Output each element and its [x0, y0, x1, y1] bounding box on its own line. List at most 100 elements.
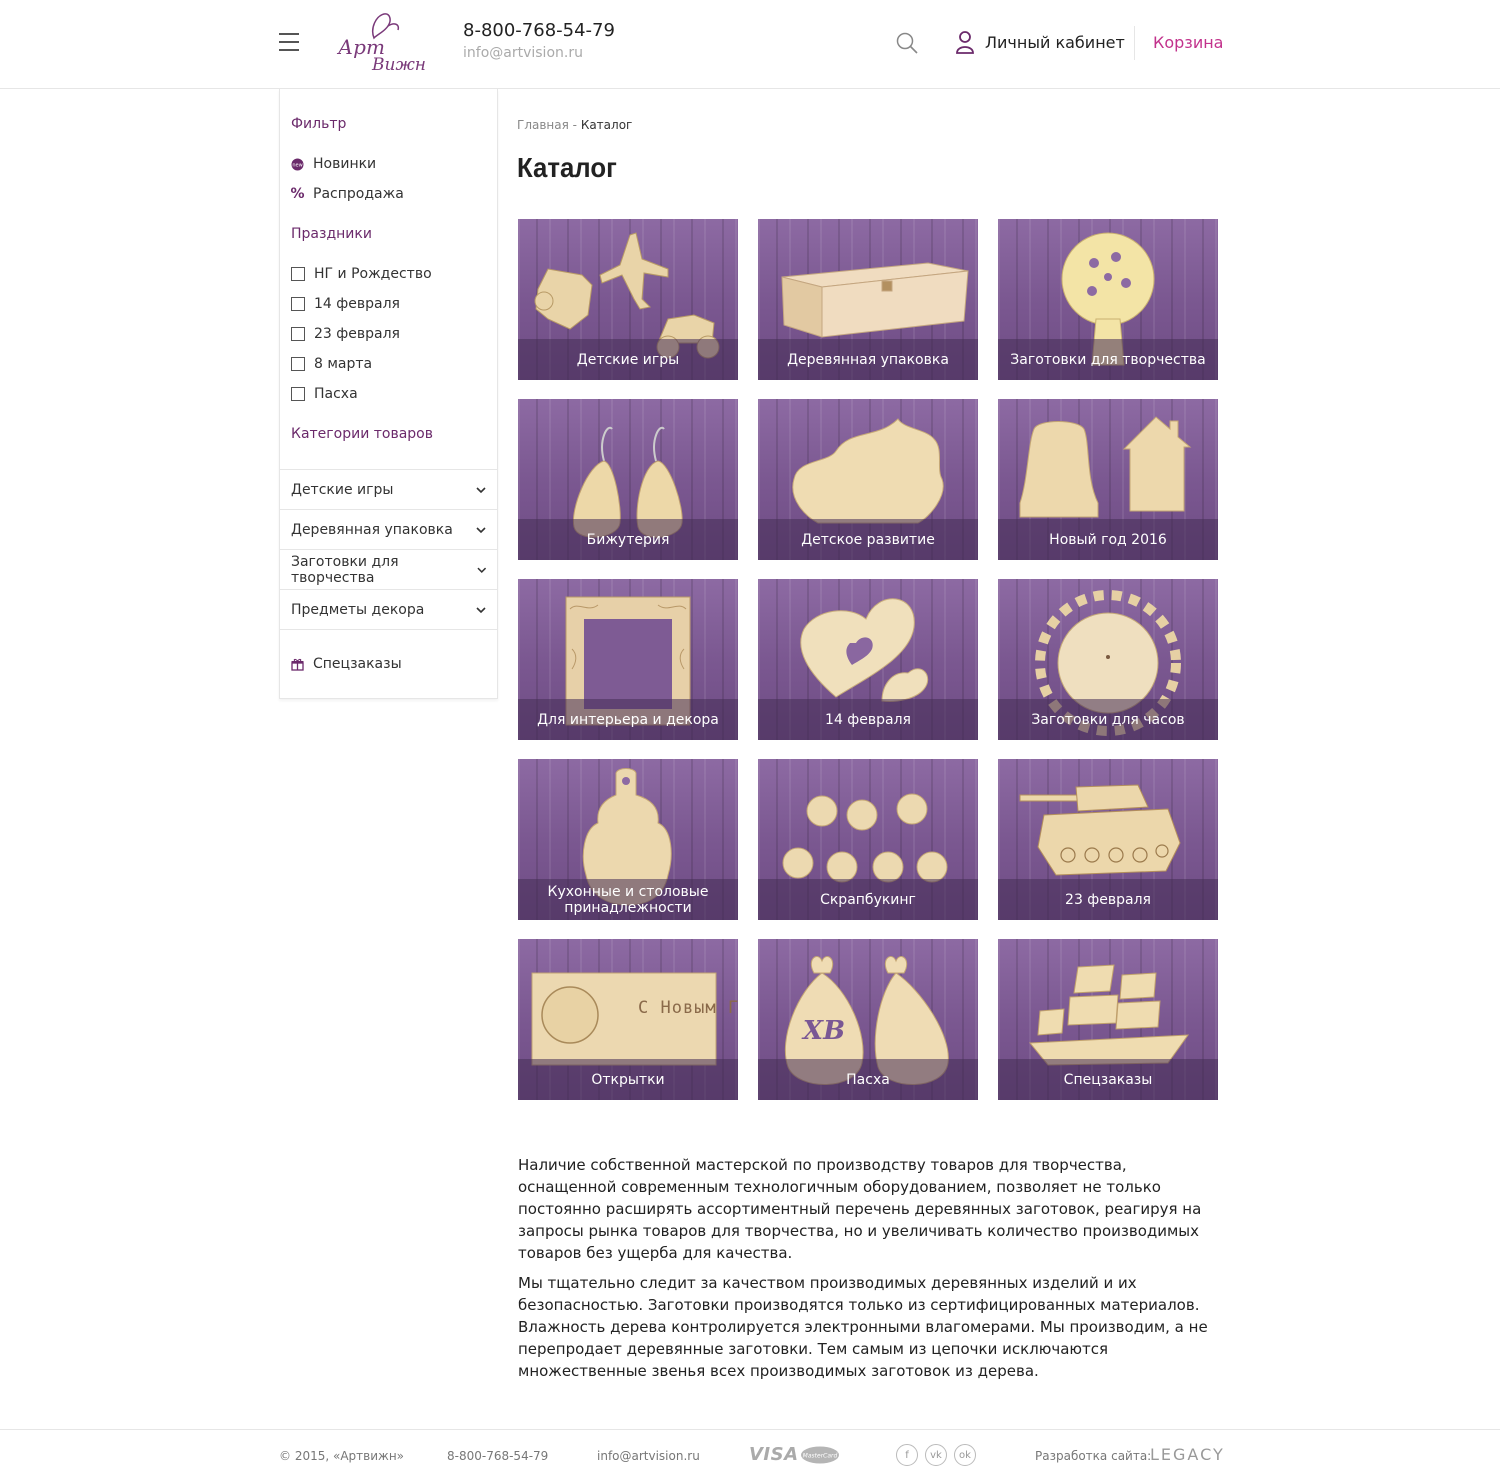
odnoklassniki-icon[interactable]: ok	[954, 1444, 976, 1466]
tile-caption: Кухонные и столовые принадлежности	[518, 879, 738, 920]
search-icon[interactable]	[896, 32, 918, 54]
svg-text:new: new	[292, 162, 302, 168]
filter-new-label: Новинки	[313, 156, 377, 172]
logo[interactable]: Арт Вижн	[330, 8, 434, 74]
percent-icon: %	[290, 186, 305, 202]
chevron-down-icon	[476, 526, 486, 533]
tile-caption: Спецзаказы	[998, 1059, 1218, 1100]
checkbox[interactable]	[291, 387, 305, 401]
checkbox[interactable]	[291, 267, 305, 281]
catalog-grid: Детские игры Деревянная упаковка Заготов…	[518, 219, 1218, 1100]
catalog-tile[interactable]: 23 февраля	[998, 759, 1218, 920]
category-label: Предметы декора	[291, 601, 425, 618]
holidays-heading: Праздники	[291, 226, 372, 242]
catalog-tile[interactable]: Заготовки для часов	[998, 579, 1218, 740]
sidebar: Фильтр new Новинки % Распродажа Праздник…	[279, 89, 498, 699]
description-paragraph: Наличие собственной мастерской по произв…	[518, 1156, 1202, 1262]
mastercard-logo: MasterCard	[801, 1446, 839, 1464]
description-paragraph: Мы тщательно следит за качеством произво…	[518, 1274, 1208, 1380]
account-label: Личный кабинет	[985, 32, 1125, 52]
tile-caption: Заготовки для часов	[998, 699, 1218, 740]
tile-caption: 23 февраля	[998, 879, 1218, 920]
holiday-checkbox-ny[interactable]: НГ и Рождество	[291, 266, 432, 282]
footer-copyright: © 2015, «Артвижн»	[279, 1449, 405, 1463]
tile-caption: Детское развитие	[758, 519, 978, 560]
holiday-label: 8 марта	[314, 356, 373, 372]
category-list: Детские игры Деревянная упаковка Заготов…	[280, 469, 498, 630]
category-item[interactable]: Предметы декора	[280, 590, 498, 630]
catalog-tile[interactable]: Для интерьера и декора	[518, 579, 738, 740]
catalog-description: Наличие собственной мастерской по произв…	[518, 1154, 1218, 1390]
filter-new[interactable]: new Новинки	[291, 156, 376, 172]
catalog-tile[interactable]: Скрапбукинг	[758, 759, 978, 920]
chevron-down-icon	[476, 567, 486, 573]
footer-email[interactable]: info@artvision.ru	[597, 1449, 700, 1463]
site-footer: © 2015, «Артвижн» 8-800-768-54-79 info@a…	[0, 1429, 1500, 1483]
tile-caption: Для интерьера и декора	[518, 699, 738, 740]
catalog-tile[interactable]: Кухонные и столовые принадлежности	[518, 759, 738, 920]
catalog-tile[interactable]: 14 февраля	[758, 579, 978, 740]
catalog-tile[interactable]: Детское развитие	[758, 399, 978, 560]
tile-caption: 14 февраля	[758, 699, 978, 740]
logo-text-2: Вижн	[371, 55, 426, 74]
site-header: Арт Вижн 8-800-768-54-79 info@artvision.…	[0, 0, 1500, 89]
footer-phone[interactable]: 8-800-768-54-79	[447, 1449, 548, 1463]
tile-caption: Заготовки для творчества	[998, 339, 1218, 380]
tile-caption: Открытки	[518, 1059, 738, 1100]
breadcrumb-current: Каталог	[580, 118, 633, 132]
tile-caption: Новый год 2016	[998, 519, 1218, 560]
special-orders-label: Спецзаказы	[313, 656, 402, 672]
checkbox[interactable]	[291, 297, 305, 311]
holiday-label: 14 февраля	[314, 296, 400, 312]
filter-sale[interactable]: % Распродажа	[290, 186, 404, 202]
tile-caption: Скрапбукинг	[758, 879, 978, 920]
checkbox[interactable]	[291, 327, 305, 341]
holiday-checkbox-feb14[interactable]: 14 февраля	[291, 296, 400, 312]
holiday-label: Пасха	[314, 386, 358, 402]
mastercard-text: MasterCard	[803, 1453, 838, 1460]
vk-icon[interactable]: vk	[925, 1444, 947, 1466]
catalog-tile[interactable]: ХВ Пасха	[758, 939, 978, 1100]
chevron-down-icon	[476, 606, 486, 613]
facebook-icon[interactable]: f	[896, 1444, 918, 1466]
account-link[interactable]: Личный кабинет	[955, 30, 1125, 54]
filter-heading: Фильтр	[291, 116, 347, 132]
catalog-tile[interactable]: Бижутерия	[518, 399, 738, 560]
category-item[interactable]: Детские игры	[280, 470, 498, 510]
header-phone[interactable]: 8-800-768-54-79	[463, 20, 615, 41]
page-title: Каталог	[517, 152, 617, 183]
cart-link[interactable]: Корзина	[1153, 33, 1223, 52]
catalog-tile[interactable]: Деревянная упаковка	[758, 219, 978, 380]
category-item[interactable]: Заготовки для творчества	[280, 550, 498, 590]
header-email[interactable]: info@artvision.ru	[463, 45, 583, 61]
egg-text: ХВ	[801, 1016, 845, 1046]
developer-label: Разработка сайта:	[1035, 1449, 1152, 1463]
tile-caption: Детские игры	[518, 339, 738, 380]
holiday-label: 23 февраля	[314, 326, 400, 342]
breadcrumb-separator: -	[568, 118, 581, 132]
new-badge-icon: new	[291, 158, 304, 171]
holiday-label: НГ и Рождество	[314, 266, 432, 282]
breadcrumb: Главная - Каталог	[517, 118, 632, 132]
category-label: Детские игры	[291, 481, 394, 498]
gift-icon	[291, 658, 304, 671]
special-orders-link[interactable]: Спецзаказы	[291, 656, 402, 672]
holiday-checkbox-easter[interactable]: Пасха	[291, 386, 358, 402]
tile-caption: Пасха	[758, 1059, 978, 1100]
catalog-tile[interactable]: Новый год 2016	[998, 399, 1218, 560]
catalog-tile[interactable]: Заготовки для творчества	[998, 219, 1218, 380]
catalog-tile[interactable]: Детские игры	[518, 219, 738, 380]
catalog-tile[interactable]: С Новым Годом ! Открытки	[518, 939, 738, 1100]
category-label: Деревянная упаковка	[291, 521, 453, 538]
visa-logo: VISA	[749, 1444, 799, 1465]
checkbox[interactable]	[291, 357, 305, 371]
category-item[interactable]: Деревянная упаковка	[280, 510, 498, 550]
menu-icon[interactable]	[279, 33, 299, 53]
category-label: Заготовки для творчества	[291, 553, 399, 586]
developer-logo[interactable]: LEGACY	[1150, 1445, 1225, 1464]
catalog-tile[interactable]: Спецзаказы	[998, 939, 1218, 1100]
holiday-checkbox-feb23[interactable]: 23 февраля	[291, 326, 400, 342]
holiday-checkbox-mar8[interactable]: 8 марта	[291, 356, 372, 372]
breadcrumb-home[interactable]: Главная	[517, 118, 569, 132]
filter-sale-label: Распродажа	[313, 186, 404, 202]
